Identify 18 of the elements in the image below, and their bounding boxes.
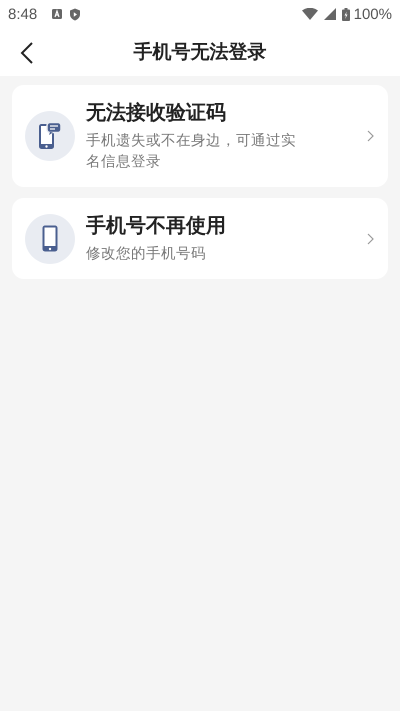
chevron-right-icon — [367, 130, 374, 142]
phone-icon — [42, 225, 58, 252]
signal-icon — [324, 8, 336, 20]
battery-icon — [342, 8, 350, 20]
chevron-right-icon — [367, 232, 374, 245]
option-description: 修改您的手机号码 — [86, 244, 206, 264]
option-description: 手机遗失或不在身边，可通过实名信息登录 — [86, 132, 297, 172]
option-title: 无法接收验证码 — [86, 99, 226, 126]
option-card[interactable]: 手机号不再使用 修改您的手机号码 — [12, 198, 388, 280]
shield-icon — [69, 8, 82, 20]
phone-message-icon — [38, 122, 62, 150]
option-card[interactable]: 无法接收验证码 手机遗失或不在身边，可通过实名信息登录 — [12, 85, 388, 188]
page-title: 手机号无法登录 — [134, 40, 266, 65]
option-title: 手机号不再使用 — [86, 212, 226, 240]
notification-icon — [51, 8, 64, 20]
battery-percentage: 100% — [354, 6, 392, 22]
status-time: 8:48 — [8, 6, 38, 22]
wifi-icon — [302, 8, 318, 20]
